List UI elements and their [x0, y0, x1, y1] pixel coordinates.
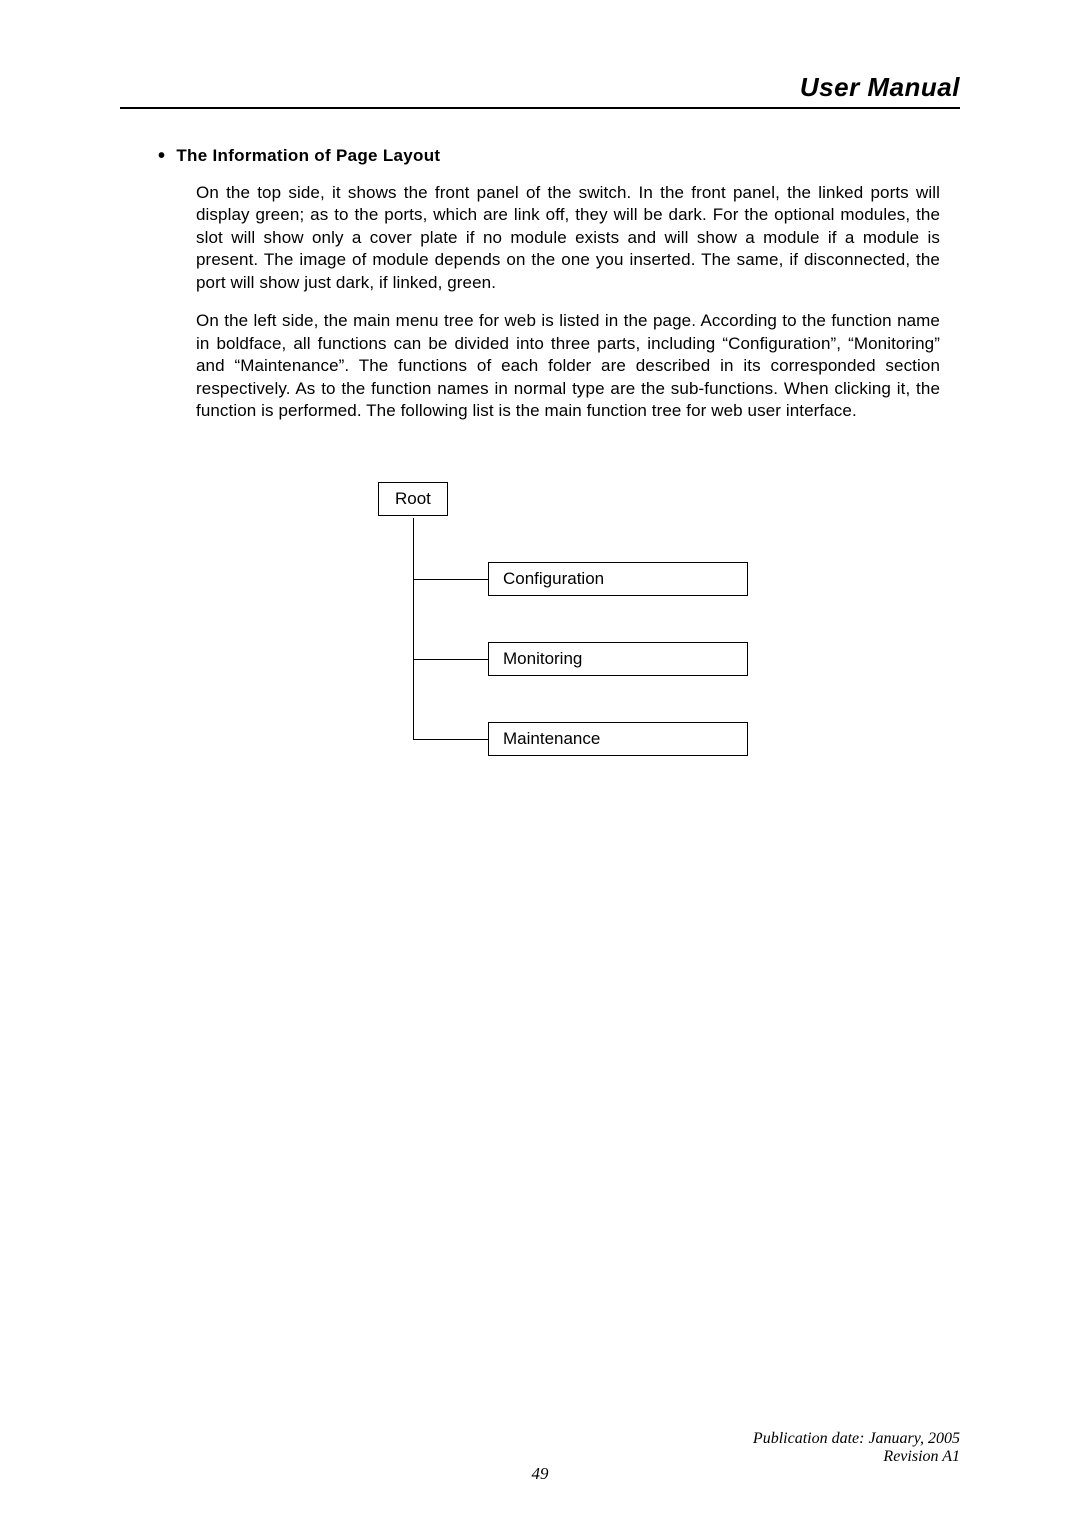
page-footer: Publication date: January, 2005 Revision… [753, 1430, 960, 1466]
tree-root-node: Root [378, 482, 448, 516]
tree-connector-h1 [413, 579, 488, 580]
page-header: User Manual [120, 72, 960, 109]
header-title: User Manual [800, 72, 960, 102]
section-heading-text: The Information of Page Layout [176, 146, 440, 165]
function-tree-diagram: Root Configuration Monitoring Maintenanc… [358, 482, 858, 822]
tree-node-maintenance: Maintenance [488, 722, 748, 756]
tree-connector-h2 [413, 659, 488, 660]
page-number: 49 [0, 1464, 1080, 1484]
tree-connector-vertical [413, 518, 414, 740]
paragraph-2: On the left side, the main menu tree for… [158, 310, 940, 422]
tree-node-configuration: Configuration [488, 562, 748, 596]
tree-connector-h3 [413, 739, 488, 740]
section-heading: • The Information of Page Layout [158, 145, 940, 168]
bullet-icon: • [158, 145, 165, 167]
footer-publication: Publication date: January, 2005 [753, 1430, 960, 1448]
tree-node-monitoring: Monitoring [488, 642, 748, 676]
content-area: • The Information of Page Layout On the … [120, 145, 960, 822]
paragraph-1: On the top side, it shows the front pane… [158, 182, 940, 294]
